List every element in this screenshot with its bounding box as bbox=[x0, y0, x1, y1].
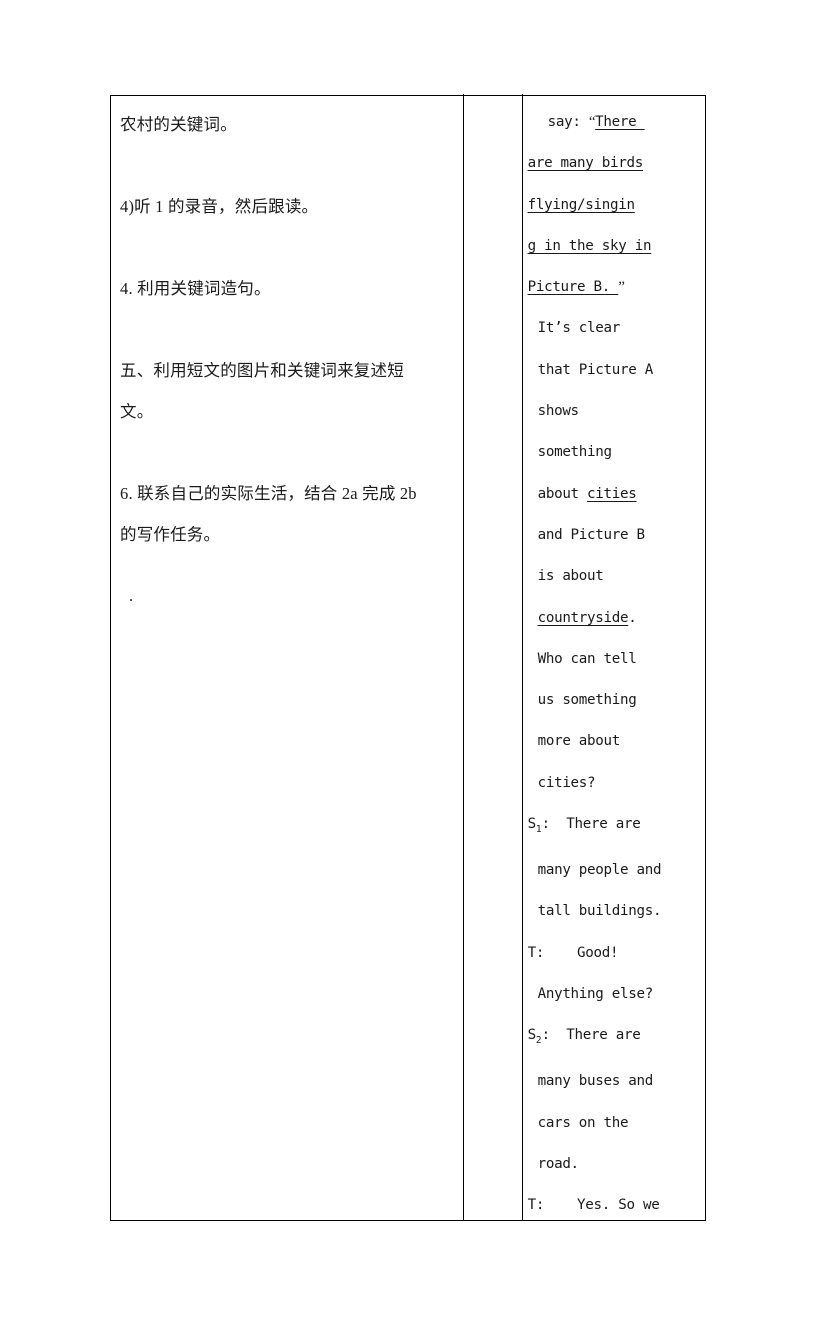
dialogue-line: is about bbox=[528, 556, 703, 597]
dialogue-text: It’s clear bbox=[537, 320, 621, 337]
dialogue-text: us something bbox=[537, 692, 637, 709]
dialogue-line: shows bbox=[528, 391, 703, 432]
dialogue-text: Who can tell bbox=[537, 650, 637, 667]
dialogue-line: countryside. bbox=[528, 598, 703, 639]
dialogue-text: S bbox=[527, 816, 537, 833]
table-cell-left-procedures: 农村的关键词。 4)听 1 的录音，然后跟读。 4. 利用关键词造句。 五、利用… bbox=[111, 96, 463, 616]
dialogue-underlined-text: flying/singin bbox=[527, 196, 635, 213]
dialogue-underlined-text: g in the sky in bbox=[527, 237, 652, 254]
dialogue-text: and Picture B bbox=[537, 526, 645, 543]
dialogue-line: road. bbox=[528, 1144, 703, 1185]
dialogue-line: Picture B. ” bbox=[528, 267, 703, 308]
dialogue-text: tall buildings. bbox=[537, 903, 662, 920]
dialogue-underlined-text: There bbox=[595, 114, 645, 130]
dialogue-line: many people and bbox=[528, 850, 703, 891]
dialogue-line: g in the sky in bbox=[528, 226, 703, 267]
dialogue-text: S bbox=[527, 1027, 537, 1044]
dialogue-text: road. bbox=[537, 1156, 580, 1173]
dialogue-underlined-text: Picture B. bbox=[527, 279, 619, 296]
dialogue-text: that Picture A bbox=[537, 361, 654, 378]
dialogue-line: cars on the bbox=[528, 1103, 703, 1144]
dialogue-text: many people and bbox=[537, 862, 662, 879]
left-paragraph-2: 4)听 1 的录音，然后跟读。 bbox=[120, 197, 319, 216]
dialogue-line: more about bbox=[528, 721, 703, 762]
dialogue-text: : There are bbox=[541, 816, 641, 833]
document-page: 农村的关键词。 4)听 1 的录音，然后跟读。 4. 利用关键词造句。 五、利用… bbox=[0, 0, 816, 1344]
dialogue-text: T: Yes. So we bbox=[527, 1197, 660, 1214]
dialogue-line: are many birds bbox=[528, 143, 703, 184]
left-paragraph-4: 五、利用短文的图片和关键词来复述短 文。 bbox=[120, 361, 404, 421]
lesson-plan-table: 农村的关键词。 4)听 1 的录音，然后跟读。 4. 利用关键词造句。 五、利用… bbox=[110, 94, 706, 1221]
left-paragraph-3: 4. 利用关键词造句。 bbox=[120, 279, 271, 298]
dialogue-text: more about bbox=[537, 733, 621, 750]
dialogue-line: and Picture B bbox=[528, 515, 703, 556]
dialogue-text: cities? bbox=[537, 774, 596, 791]
table-cell-right-dialogue: say: “There are many birds flying/singin g… bbox=[524, 96, 707, 1227]
dialogue-line: tall buildings. bbox=[528, 891, 703, 932]
dialogue-line: Who can tell bbox=[528, 639, 703, 680]
dialogue-line: something bbox=[528, 432, 703, 473]
dialogue-text: ” bbox=[618, 279, 625, 296]
left-paragraph-5: 6. 联系自己的实际生活，结合 2a 完成 2b 的写作任务。 bbox=[120, 484, 417, 544]
dialogue-line: T: Good! bbox=[528, 933, 703, 974]
dialogue-line: about cities bbox=[528, 474, 703, 515]
dialogue-text: many buses and bbox=[537, 1073, 654, 1090]
dialogue-line: that Picture A bbox=[528, 350, 703, 391]
dialogue-line: us something bbox=[528, 680, 703, 721]
dialogue-line: many buses and bbox=[528, 1061, 703, 1102]
dialogue-line: It’s clear bbox=[528, 308, 703, 349]
dialogue-line: S2: There are bbox=[528, 1015, 703, 1061]
dialogue-line: S1: There are bbox=[528, 804, 703, 850]
dialogue-line: cities? bbox=[528, 763, 703, 804]
dialogue-text: about bbox=[537, 485, 588, 502]
dialogue-text: Anything else? bbox=[537, 986, 654, 1003]
left-paragraph-6: . bbox=[129, 586, 134, 605]
dialogue-text: is about bbox=[537, 568, 604, 585]
dialogue-underlined-text: cities bbox=[587, 485, 637, 502]
left-paragraph-1: 农村的关键词。 bbox=[120, 115, 237, 134]
dialogue-text: say: bbox=[547, 114, 589, 130]
dialogue-line: flying/singin bbox=[528, 185, 703, 226]
column-separator-1 bbox=[463, 94, 464, 1221]
dialogue-line: T: Yes. So we bbox=[528, 1185, 703, 1226]
dialogue-underlined-text: are many birds bbox=[527, 155, 644, 172]
dialogue-text: : There are bbox=[541, 1027, 641, 1044]
dialogue-text: something bbox=[537, 444, 612, 461]
dialogue-line: Anything else? bbox=[528, 974, 703, 1015]
dialogue-text: T: Good! bbox=[527, 944, 619, 961]
dialogue-underlined-text: countryside bbox=[537, 609, 629, 626]
dialogue-text: cars on the bbox=[537, 1114, 629, 1131]
dialogue-text: shows bbox=[537, 403, 580, 420]
dialogue-line: say: “There bbox=[528, 102, 703, 143]
dialogue-text: . bbox=[628, 609, 637, 626]
